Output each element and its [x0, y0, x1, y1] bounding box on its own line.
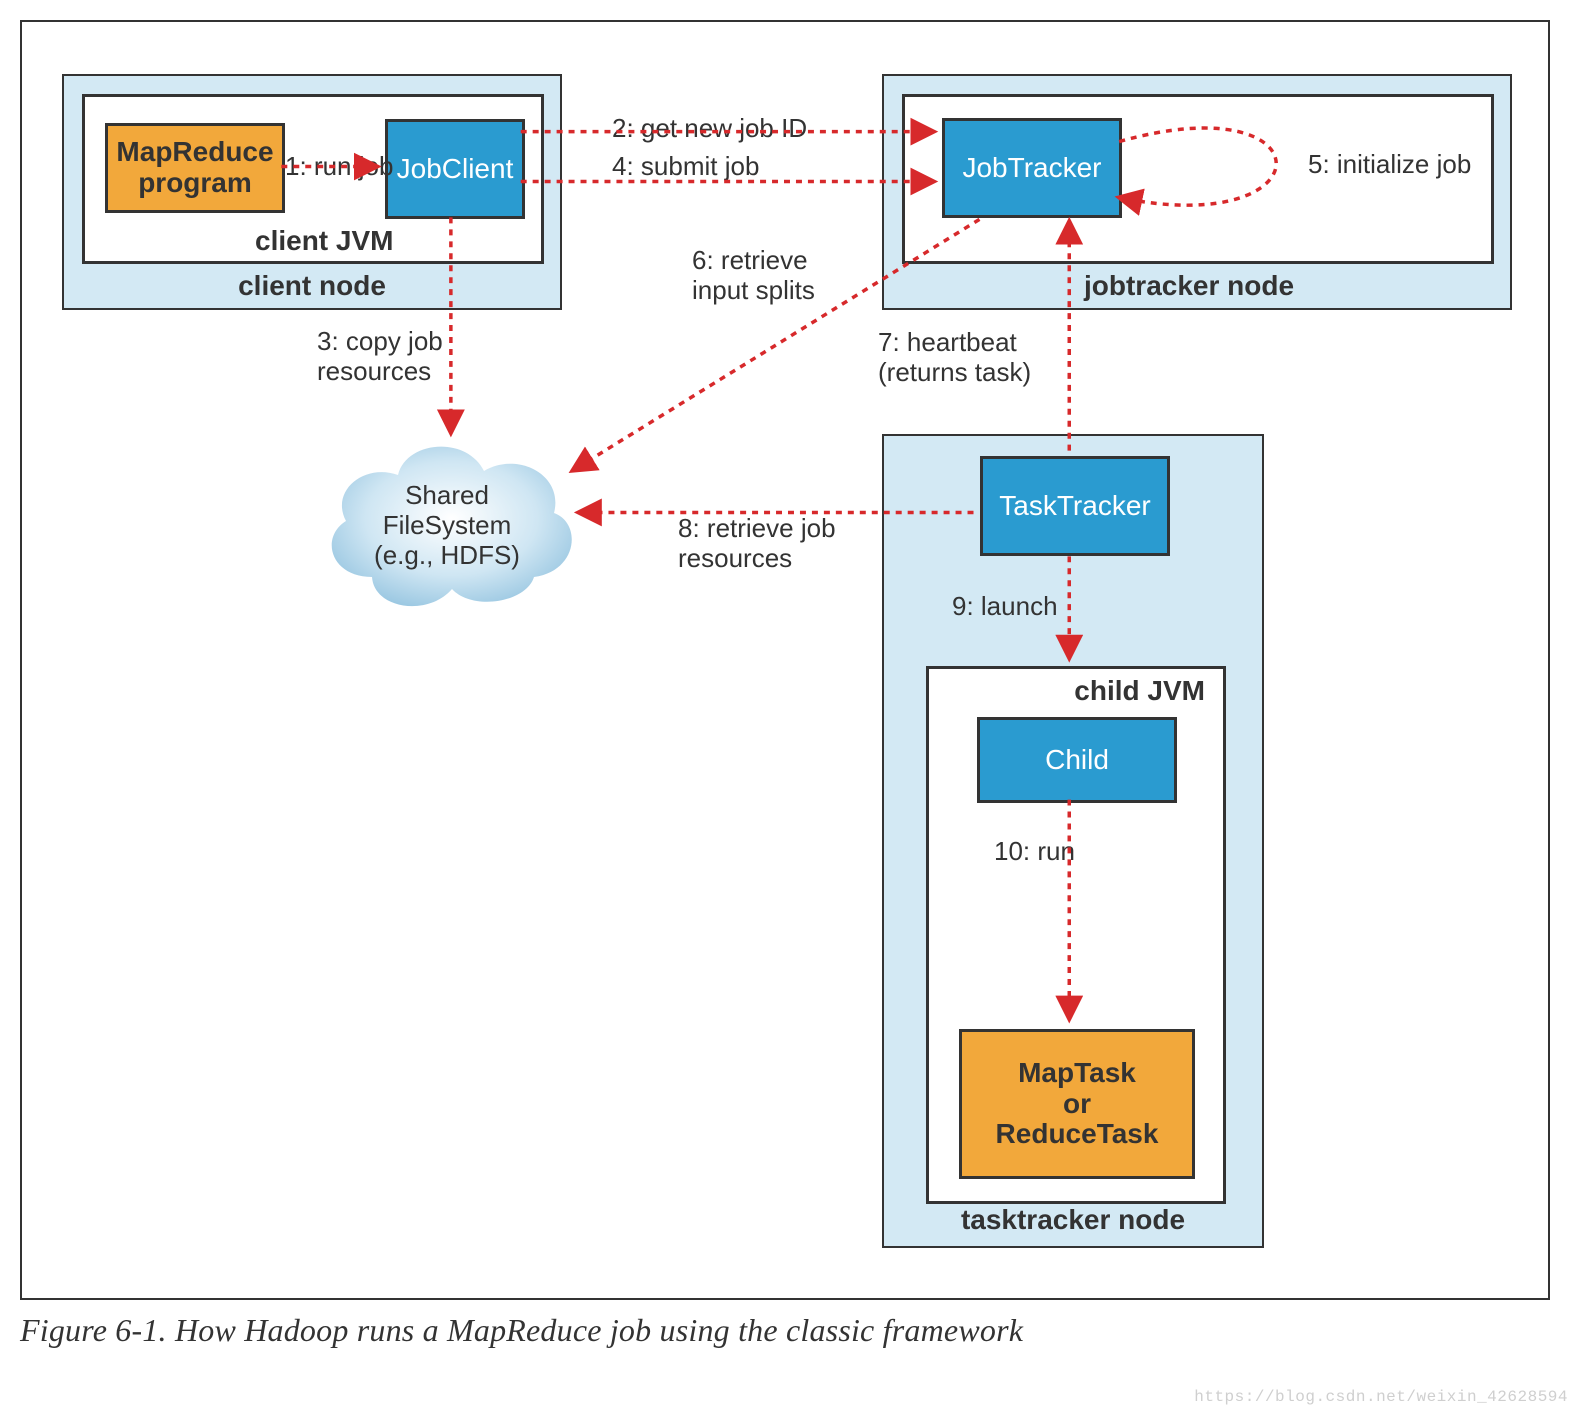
client-node: client node client JVM MapReduce program…	[62, 74, 562, 310]
jobclient-box: JobClient	[385, 119, 525, 219]
step-7-label: 7: heartbeat (returns task)	[878, 328, 1031, 388]
jobtracker-node-label: jobtracker node	[1084, 270, 1294, 302]
figure-frame: client node client JVM MapReduce program…	[20, 20, 1550, 1300]
step-4-label: 4: submit job	[612, 152, 759, 182]
child-jvm: child JVM Child MapTask or ReduceTask	[926, 666, 1226, 1204]
shared-filesystem-cloud: Shared FileSystem (e.g., HDFS)	[312, 427, 582, 617]
step-8-label: 8: retrieve job resources	[678, 514, 836, 574]
client-node-label: client node	[64, 270, 560, 302]
step-3-label: 3: copy job resources	[317, 327, 443, 387]
figure-caption: Figure 6-1. How Hadoop runs a MapReduce …	[20, 1312, 1554, 1349]
step-2-label: 2: get new job ID	[612, 114, 807, 144]
step-10-label: 10: run	[994, 837, 1075, 867]
tasktracker-node-label: tasktracker node	[884, 1204, 1262, 1236]
maptask-box: MapTask or ReduceTask	[959, 1029, 1195, 1179]
jobtracker-node: jobtracker node JobTracker	[882, 74, 1512, 310]
step-6-label: 6: retrieve input splits	[692, 246, 815, 306]
step-1-label: 1: run job	[285, 152, 393, 182]
jobtracker-box: JobTracker	[942, 118, 1122, 218]
step-5-label: 5: initialize job	[1308, 150, 1471, 180]
child-jvm-label: child JVM	[1074, 675, 1205, 707]
cloud-label: Shared FileSystem (e.g., HDFS)	[374, 481, 520, 571]
tasktracker-box: TaskTracker	[980, 456, 1170, 556]
client-jvm-label: client JVM	[255, 225, 393, 257]
step-9-label: 9: launch	[952, 592, 1058, 622]
child-box: Child	[977, 717, 1177, 803]
mapreduce-program-box: MapReduce program	[105, 123, 285, 213]
watermark: https://blog.csdn.net/weixin_42628594	[1194, 1388, 1568, 1406]
